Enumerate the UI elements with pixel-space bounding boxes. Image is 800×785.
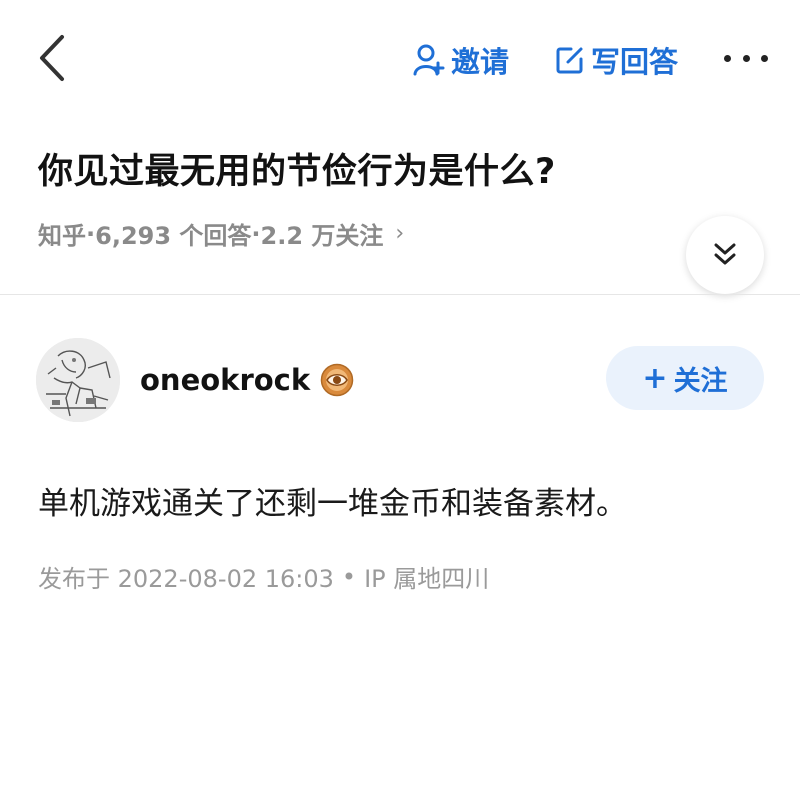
top-bar: 邀请 写回答 xyxy=(0,0,800,120)
double-chevron-down-icon xyxy=(714,243,736,265)
invite-label: 邀请 xyxy=(451,45,510,79)
avatar[interactable] xyxy=(36,338,120,422)
collapse-button[interactable] xyxy=(686,216,764,294)
edit-square-icon xyxy=(555,45,585,75)
author-name[interactable]: oneokrock xyxy=(140,363,310,397)
follow-label: 关注 xyxy=(673,365,728,397)
meta-separator: · xyxy=(251,219,261,248)
question-title[interactable]: 你见过最无用的节俭行为是什么? xyxy=(38,143,556,194)
more-button[interactable] xyxy=(724,48,768,68)
question-meta[interactable]: 知乎 · 6,293 个回答 · 2.2 万关注 › xyxy=(38,216,404,251)
eye-badge-icon xyxy=(320,363,354,397)
plus-icon: + xyxy=(642,360,668,396)
ip-location: IP 属地四川 xyxy=(364,565,490,593)
author-info[interactable]: oneokrock xyxy=(140,360,354,400)
back-button[interactable] xyxy=(30,30,74,86)
write-answer-button[interactable]: 写回答 xyxy=(555,38,678,82)
meta-separator: · xyxy=(86,219,96,248)
source-label: 知乎 xyxy=(38,222,86,250)
meta-dot: • xyxy=(341,562,357,591)
more-horizontal-icon xyxy=(724,54,731,62)
write-answer-label: 写回答 xyxy=(591,45,679,79)
divider xyxy=(0,294,800,295)
post-meta: 发布于 2022-08-02 16:03 • IP 属地四川 xyxy=(38,559,489,594)
person-plus-icon xyxy=(413,43,445,77)
answer-count: 6,293 个回答 xyxy=(95,222,252,250)
follower-count: 2.2 万关注 xyxy=(260,222,384,250)
chevron-left-icon xyxy=(40,35,64,81)
answer-content[interactable]: 单机游戏通关了还剩一堆金币和装备素材。 xyxy=(38,478,627,523)
chevron-right-icon: › xyxy=(395,221,405,246)
invite-button[interactable]: 邀请 xyxy=(413,38,509,82)
publish-time: 发布于 2022-08-02 16:03 xyxy=(38,565,334,593)
follow-button[interactable]: + 关注 xyxy=(606,346,764,410)
